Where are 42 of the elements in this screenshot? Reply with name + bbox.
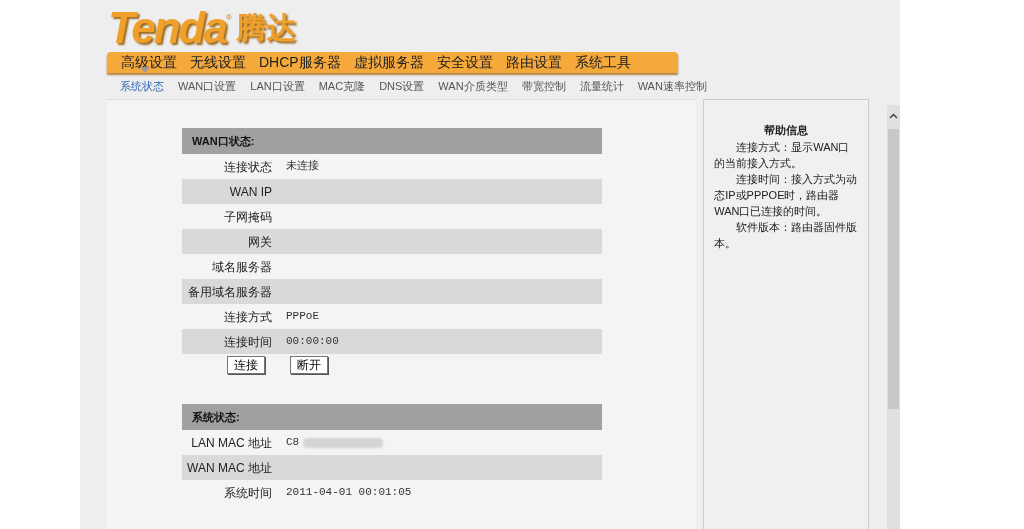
sub-nav-tab[interactable]: WAN介质类型: [438, 78, 508, 95]
main-nav-tab[interactable]: DHCP服务器: [259, 52, 341, 73]
main-nav-tab[interactable]: 系统工具: [574, 52, 631, 73]
help-text: 连接方式：显示WAN口的当前接入方式。: [714, 139, 851, 171]
sub-nav-tab[interactable]: WAN口设置: [178, 78, 237, 95]
sub-nav-tab[interactable]: 带宽控制: [521, 78, 566, 95]
main-nav-tab[interactable]: 安全设置: [436, 52, 493, 73]
field-value: 未连接: [286, 159, 319, 175]
help-title: 帮助信息: [763, 123, 810, 138]
field-label: 备用域名服务器: [187, 283, 272, 301]
field-label: 连接方式: [223, 308, 272, 326]
sub-nav-tab[interactable]: 系统状态: [120, 78, 164, 95]
field-label: 连接状态: [223, 158, 272, 176]
logo-wordmark: Tenda: [108, 4, 226, 52]
sub-nav-tab[interactable]: LAN口设置: [250, 78, 305, 95]
help-text: 软件版本：路由器固件版本。: [714, 219, 859, 251]
registered-mark: ®: [225, 13, 232, 22]
help-text: 连接时间：接入方式为动态IP或PPPOE时，路由器WAN口已连接的时间。: [714, 171, 859, 219]
sub-nav-tab[interactable]: 流量统计: [579, 78, 624, 95]
field-label: 域名服务器: [211, 258, 272, 276]
action-button[interactable]: 连接: [227, 356, 265, 374]
field-value: PPPoE: [286, 309, 319, 325]
sub-nav-tab[interactable]: MAC克隆: [318, 78, 366, 95]
action-button[interactable]: 断开: [290, 356, 328, 374]
section-header: WAN口状态:: [182, 128, 602, 154]
main-nav-tab[interactable]: 无线设置: [190, 52, 246, 73]
section-header: 系统状态:: [182, 404, 602, 430]
sub-nav-tab[interactable]: DNS设置: [379, 78, 425, 95]
sub-nav-tab[interactable]: WAN速率控制: [637, 78, 707, 95]
field-value: C8: [286, 435, 300, 451]
main-nav-tab[interactable]: 虚拟服务器: [353, 52, 424, 73]
field-label: WAN MAC 地址: [186, 459, 272, 477]
field-label: 子网掩码: [223, 208, 272, 226]
field-label: WAN IP: [228, 183, 272, 201]
field-label: 网关: [247, 233, 272, 251]
field-value: 2011-04-01 00:01:05: [286, 485, 412, 501]
field-label: 连接时间: [223, 333, 272, 351]
field-value: 00:00:00: [286, 334, 339, 350]
field-label: LAN MAC 地址: [190, 434, 272, 452]
field-label: 系统时间: [223, 484, 272, 502]
logo-chinese-name: 腾达: [235, 10, 296, 46]
main-nav-tab[interactable]: 路由设置: [505, 52, 562, 73]
